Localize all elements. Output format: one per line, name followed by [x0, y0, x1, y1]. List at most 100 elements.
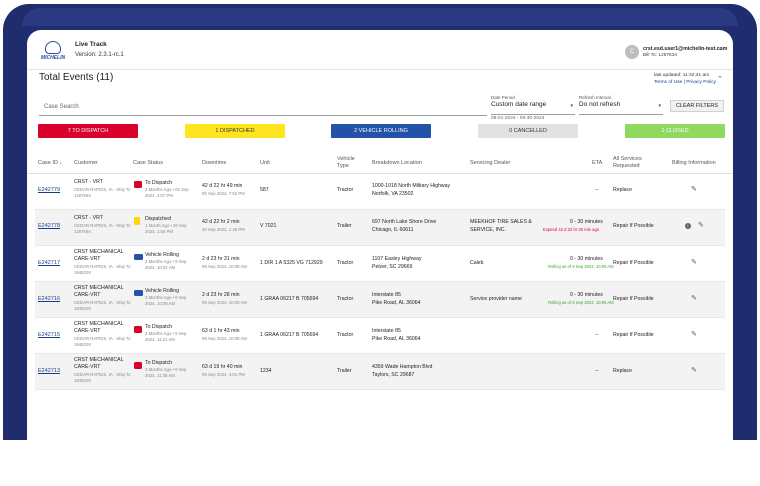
unit: 1234 — [260, 368, 272, 374]
table-row[interactable]: E242713 CRST MECHANICAL CARE-VRT CEDAR R… — [35, 354, 725, 390]
cancelled-filter[interactable]: 0 CANCELLED — [478, 124, 578, 138]
edit-icon[interactable]: ✎ — [691, 186, 698, 193]
logo-wordmark: MICHELIN — [40, 55, 66, 61]
status-date: 2024, 10:02 AM — [145, 265, 176, 270]
services-requested: Repair If Possible — [613, 332, 654, 338]
customer-name: CRST - VRT — [74, 179, 103, 185]
case-status: To Dispatch — [145, 180, 173, 186]
avatar[interactable]: C — [625, 45, 639, 59]
case-id-link[interactable]: E242778 — [38, 223, 60, 230]
unit: V 7021 — [260, 223, 277, 229]
case-id-link[interactable]: E242779 — [38, 187, 60, 194]
user-email[interactable]: crst.esd.user1@michelin-test.com — [643, 46, 727, 52]
customer-name-line2: CARE-VRT — [74, 328, 101, 334]
customer-name: CRST MECHANICAL — [74, 249, 124, 255]
closed-filter[interactable]: 1 CLOSED — [625, 124, 725, 138]
downtime-since: 09 Sep 2024, 4:01 PM — [202, 372, 245, 377]
customer-ship-to: 1948228 — [74, 342, 91, 347]
column-downtime[interactable]: Downtime — [202, 160, 226, 166]
app-version: Version: 2.3.1-rc.1 — [75, 52, 124, 58]
case-id-link[interactable]: E242715 — [38, 332, 60, 339]
breakdown-city: Pike Road, AL 36064 — [372, 300, 421, 306]
breakdown-city: Chicago, IL 60611 — [372, 227, 414, 233]
caret-down-icon: ▾ — [570, 103, 573, 109]
services-requested: Repair If Possible — [613, 260, 654, 266]
column-unit[interactable]: Unit — [260, 160, 270, 166]
unit: 587 — [260, 187, 269, 193]
services-requested: Repair If Possible — [613, 223, 654, 229]
status-date: 2024, 11:21 AM — [145, 337, 175, 342]
truck-icon — [134, 254, 143, 260]
app-name: Live Track — [75, 41, 107, 48]
chevron-down-icon[interactable]: ⌄ — [718, 45, 723, 52]
table-row[interactable]: E242715 CRST MECHANICAL CARE-VRT CEDAR R… — [35, 318, 725, 354]
column-servicing-dealer[interactable]: Servicing Dealer — [470, 160, 510, 166]
clear-filters-button[interactable]: CLEAR FILTERS — [670, 100, 724, 112]
customer-name-line2: CARE-VRT — [74, 256, 101, 262]
edit-icon[interactable]: ✎ — [691, 367, 698, 374]
breakdown-address: Interstate 85 — [372, 292, 401, 298]
tow-truck-icon — [134, 326, 142, 333]
column-breakdown-location[interactable]: Breakdown Location — [372, 160, 422, 166]
terms-link[interactable]: Terms of Use — [654, 80, 682, 85]
column-case-id[interactable]: Case ID ↓ — [38, 160, 62, 166]
column-vehicle-type-line2[interactable]: Type — [337, 163, 349, 169]
vehicle-rolling-filter[interactable]: 2 VEHICLE ROLLING — [331, 124, 431, 138]
downtime: 42 d 22 hr 49 min — [202, 183, 243, 189]
case-status: Dispatched — [145, 216, 171, 222]
search-input[interactable]: Case Search — [39, 102, 487, 116]
refresh-interval-label: Refresh Interval — [579, 95, 611, 100]
case-id-link[interactable]: E242717 — [38, 260, 60, 267]
customer-name: CRST - VRT — [74, 215, 103, 221]
dispatched-filter[interactable]: 1 DISPATCHED — [185, 124, 285, 138]
downtime-since: 09 Sep 2024, 10:09 AM — [202, 264, 247, 269]
customer-ship-to: 1948228 — [74, 270, 91, 275]
table-row[interactable]: E242716 CRST MECHANICAL CARE-VRT CEDAR R… — [35, 282, 725, 318]
date-period-select[interactable]: Custom date range ▾ — [491, 101, 575, 115]
edit-icon[interactable]: ✎ — [691, 295, 698, 302]
case-id-link[interactable]: E242713 — [38, 368, 60, 375]
case-status: To Dispatch — [145, 360, 173, 366]
customer-name: CRST MECHANICAL — [74, 357, 124, 363]
downtime-since: 09 Sep 2024, 10:09 AM — [202, 300, 247, 305]
downtime: 2 d 23 hr 31 min — [202, 256, 240, 262]
column-case-status[interactable]: Case Status — [133, 160, 163, 166]
top-bar: MICHELIN Live Track Version: 2.3.1-rc.1 … — [27, 30, 733, 70]
footer-links: Terms of Use | Privacy Policy — [654, 80, 716, 85]
vehicle-type: Tractor — [337, 260, 354, 266]
breakdown-address: 697 North Lake Shore Drive — [372, 219, 437, 225]
column-billing[interactable]: Billing Information — [672, 160, 716, 166]
case-status: Vehicle Rolling — [145, 252, 180, 258]
table-row[interactable]: E242778 CRST - VRT CEDAR RAPIDS, IA - Sh… — [35, 210, 725, 246]
edit-icon[interactable]: ✎ — [691, 259, 698, 266]
column-vehicle-type-line1[interactable]: Vehicle — [337, 156, 355, 162]
eta: -- — [595, 368, 599, 374]
edit-icon[interactable]: ✎ — [691, 331, 698, 338]
caret-down-icon: ▾ — [658, 103, 661, 109]
table-row[interactable]: E242717 CRST MECHANICAL CARE-VRT CEDAR R… — [35, 246, 725, 282]
eta: -- — [595, 187, 599, 193]
case-id-link[interactable]: E242716 — [38, 296, 60, 303]
refresh-interval-select[interactable]: Do not refresh ▾ — [579, 101, 663, 115]
downtime: 63 d 1 hr 43 min — [202, 328, 240, 334]
vehicle-type: Trailer — [337, 368, 352, 374]
table-row[interactable]: E242779 CRST - VRT CEDAR RAPIDS, IA - Sh… — [35, 174, 725, 210]
column-services-line2[interactable]: Requested — [613, 163, 640, 169]
date-range: 08-01-2024 - 09-30-2024 — [491, 116, 545, 121]
page-title: Total Events (11) — [39, 72, 114, 83]
chevron-up-icon[interactable]: ⌃ — [717, 75, 723, 83]
column-customer[interactable]: Customer — [74, 160, 98, 166]
michelin-logo[interactable]: MICHELIN — [37, 41, 69, 63]
info-icon[interactable]: i — [685, 223, 691, 229]
customer-ship-to: 1948228 — [74, 378, 91, 383]
vehicle-type: Tractor — [337, 187, 354, 193]
column-eta[interactable]: ETA — [592, 160, 602, 166]
privacy-link[interactable]: Privacy Policy — [686, 80, 716, 85]
to-dispatch-filter[interactable]: 7 TO DISPATCH — [38, 124, 138, 138]
customer-ship-to: 1287694 — [74, 193, 91, 198]
edit-icon[interactable]: ✎ — [698, 222, 705, 229]
customer-name-line2: CARE-VRT — [74, 292, 101, 298]
monitor-bezel-highlight — [22, 8, 738, 26]
column-services-line1[interactable]: All Services — [613, 156, 642, 162]
search-placeholder: Case Search — [44, 104, 79, 110]
